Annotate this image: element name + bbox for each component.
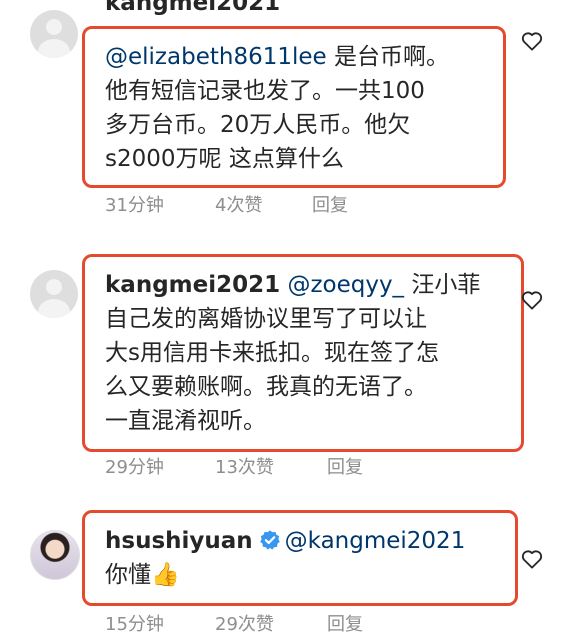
mention-link[interactable]: @kangmei2021 — [285, 528, 466, 554]
comment-3: hsushiyuan @kangmei2021 你懂👍 15分钟 29次赞 回复 — [0, 0, 566, 640]
thumbs-up-icon: 👍 — [151, 562, 180, 588]
verified-icon — [259, 530, 280, 550]
avatar[interactable] — [30, 530, 80, 580]
timestamp: 15分钟 — [105, 614, 164, 635]
like-count[interactable]: 29次赞 — [215, 610, 274, 636]
comment-text: hsushiyuan @kangmei2021 你懂👍 — [105, 524, 465, 592]
comment-meta: 15分钟 29次赞 回复 — [105, 610, 425, 636]
username[interactable]: hsushiyuan — [105, 528, 253, 554]
heart-icon[interactable] — [521, 549, 543, 569]
reply-button[interactable]: 回复 — [327, 610, 363, 636]
